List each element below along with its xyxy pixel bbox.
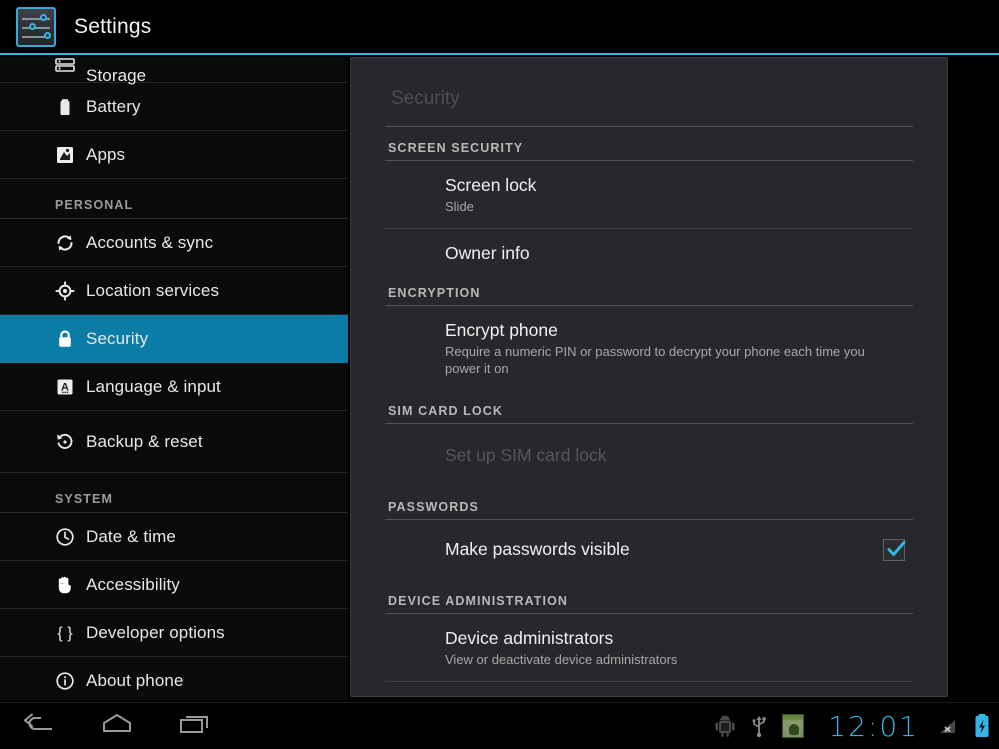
- home-button[interactable]: [78, 703, 156, 749]
- checkmark-icon: [887, 541, 906, 556]
- status-icons-area[interactable]: 12:01: [714, 710, 999, 743]
- sidebar-item-label: Date & time: [86, 526, 176, 546]
- pref-device-administrators[interactable]: Device administrators View or deactivate…: [385, 614, 913, 682]
- pref-title: Encrypt phone: [445, 320, 558, 340]
- sidebar-item-location-services[interactable]: Location services: [0, 267, 348, 315]
- svg-text:{ }: { }: [57, 625, 73, 642]
- pref-title: Owner info: [445, 243, 530, 263]
- status-clock: 12:01: [828, 709, 919, 743]
- settings-sidebar[interactable]: Storage Battery Apps PERSONAL Accounts &…: [0, 57, 348, 700]
- sidebar-item-security[interactable]: Security: [0, 315, 348, 363]
- section-header-sim-card-lock: SIM CARD LOCK: [385, 390, 913, 424]
- sidebar-section-personal: PERSONAL: [0, 179, 348, 219]
- no-signal-icon: [937, 715, 959, 737]
- language-icon: A: [52, 374, 78, 400]
- sidebar-item-label: Developer options: [86, 622, 225, 642]
- dialog-title: Security: [391, 88, 460, 109]
- battery-icon: [52, 94, 78, 120]
- pref-summary: Slide: [445, 199, 474, 214]
- sidebar-item-label: Location services: [86, 280, 220, 300]
- sidebar-item-date-time[interactable]: Date & time: [0, 513, 348, 561]
- sidebar-item-label: Battery: [86, 96, 141, 116]
- sidebar-section-system: SYSTEM: [0, 473, 348, 513]
- make-passwords-visible-checkbox[interactable]: [883, 539, 906, 561]
- section-header-passwords: PASSWORDS: [385, 486, 913, 520]
- pref-make-passwords-visible[interactable]: Make passwords visible: [385, 520, 913, 580]
- settings-sliders-icon: [16, 6, 56, 47]
- pref-screen-lock[interactable]: Screen lock Slide: [385, 161, 913, 229]
- pref-title: Set up SIM card lock: [445, 445, 607, 465]
- section-header-encryption: ENCRYPTION: [385, 272, 913, 306]
- sidebar-item-language-input[interactable]: A Language & input: [0, 363, 348, 411]
- back-button[interactable]: [0, 703, 78, 749]
- sidebar-item-apps[interactable]: Apps: [0, 131, 348, 179]
- pref-title: Screen lock: [445, 175, 537, 195]
- pref-owner-info[interactable]: Owner info: [385, 229, 913, 272]
- battery-charging-icon: [973, 713, 991, 739]
- android-debug-icon: [714, 714, 736, 738]
- back-arrow-icon: [19, 711, 59, 742]
- sidebar-item-developer-options[interactable]: { } Developer options: [0, 609, 348, 657]
- sidebar-item-label: Accounts & sync: [86, 232, 214, 252]
- pref-title: Device administrators: [445, 628, 614, 648]
- pref-encrypt-phone[interactable]: Encrypt phone Require a numeric PIN or p…: [385, 306, 913, 390]
- sidebar-item-label: Accessibility: [86, 574, 180, 594]
- recents-button[interactable]: [156, 703, 234, 749]
- security-settings-dialog: Security SCREEN SECURITY Screen lock Sli…: [350, 57, 948, 697]
- sidebar-item-label: About phone: [86, 670, 184, 690]
- action-bar: Settings: [0, 0, 999, 55]
- sidebar-item-battery[interactable]: Battery: [0, 83, 348, 131]
- hand-icon: [52, 572, 78, 598]
- android-settings-screen: Settings Storage Battery Apps PERSONAL A…: [0, 0, 999, 749]
- sidebar-item-backup-reset[interactable]: Backup & reset: [0, 411, 348, 473]
- braces-icon: { }: [52, 620, 78, 646]
- pref-set-up-sim-card-lock: Set up SIM card lock: [385, 424, 913, 486]
- system-navigation-bar: 12:01: [0, 702, 999, 749]
- usb-icon: [750, 714, 768, 738]
- sidebar-item-label: Language & input: [86, 376, 221, 396]
- location-icon: [52, 278, 78, 304]
- sidebar-item-accounts-sync[interactable]: Accounts & sync: [0, 219, 348, 267]
- section-header-device-administration: DEVICE ADMINISTRATION: [385, 580, 913, 614]
- sidebar-item-label: Security: [86, 328, 149, 348]
- section-header-screen-security: SCREEN SECURITY: [385, 126, 913, 161]
- pref-summary: View or deactivate device administrators: [445, 652, 678, 667]
- info-icon: [52, 668, 78, 694]
- sidebar-item-about-phone[interactable]: About phone: [0, 657, 348, 700]
- apps-icon: [52, 142, 78, 168]
- sync-icon: [52, 230, 78, 256]
- lock-icon: [52, 326, 78, 352]
- pref-summary: Require a numeric PIN or password to dec…: [445, 344, 865, 376]
- clock-icon: [52, 524, 78, 550]
- home-icon: [97, 711, 137, 742]
- sidebar-item-accessibility[interactable]: Accessibility: [0, 561, 348, 609]
- storage-icon: [52, 57, 78, 77]
- backup-reset-icon: [52, 429, 78, 455]
- sidebar-item-label: Backup & reset: [86, 431, 203, 451]
- app-notification-icon: [782, 714, 805, 738]
- pref-title: Make passwords visible: [445, 539, 630, 559]
- page-title: Settings: [74, 14, 152, 38]
- sidebar-item-label: Apps: [86, 144, 126, 164]
- sidebar-item-storage[interactable]: Storage: [0, 57, 348, 85]
- recents-icon: [175, 711, 215, 742]
